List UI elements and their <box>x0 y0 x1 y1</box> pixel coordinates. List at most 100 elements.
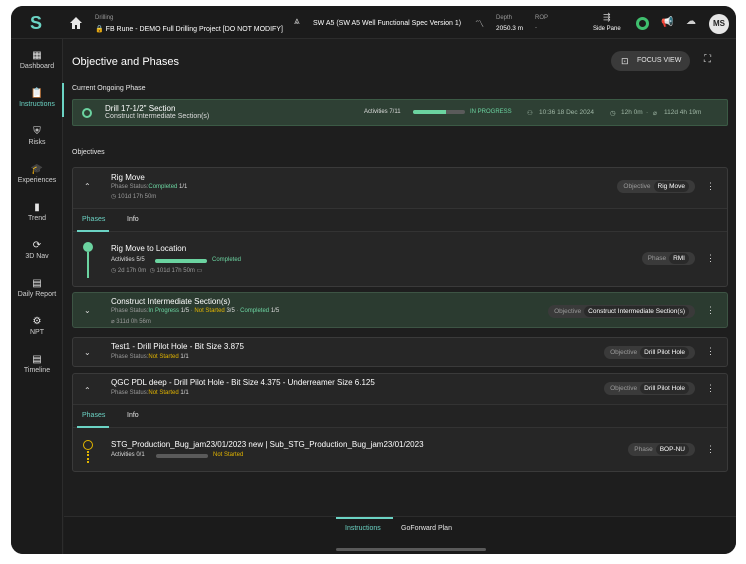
chevron-up-icon[interactable]: ⌃ <box>84 182 91 191</box>
objective-phase-status: Phase Status:Not Started 1/1 <box>111 354 189 360</box>
megaphone-icon[interactable]: 📢 <box>661 17 673 28</box>
status-inprogress-count: 1/5 <box>180 308 190 314</box>
status-completed-count: 1/1 <box>179 184 188 190</box>
well-selector[interactable]: SW A5 (SW A5 Well Functional Spec Versio… <box>313 20 461 27</box>
status-prefix: Phase Status: <box>111 390 149 396</box>
elapsed-time: 112d 4h 19m <box>664 109 702 116</box>
chevron-down-icon[interactable]: ⌄ <box>84 306 91 315</box>
status-notstarted-count: 1/1 <box>180 390 189 396</box>
objective-duration: ⌀ 311d 0h 56m <box>111 318 151 325</box>
tab-info[interactable]: Info <box>127 216 139 223</box>
objective-title[interactable]: Construct Intermediate Section(s) <box>111 297 230 306</box>
more-options-icon[interactable]: ⋮ <box>706 253 715 264</box>
badge-value: Drill Pilot Hole <box>640 347 689 358</box>
sidebar-item-label: Daily Report <box>17 291 57 298</box>
sidebar-item-label: 3D Nav <box>25 253 49 260</box>
avatar[interactable]: MS <box>709 14 729 34</box>
sidebar-item-label: Experiences <box>17 177 57 184</box>
sidebar-item-dashboard[interactable]: ▦ Dashboard <box>11 50 63 70</box>
sidebar-item-trend[interactable]: ▮ Trend <box>11 202 63 222</box>
home-indicator <box>336 548 486 551</box>
sidebar-item-label: Risks <box>28 139 46 146</box>
phase-connector <box>87 451 89 463</box>
status-notstarted: Not Started <box>148 390 179 396</box>
project-sub-label: Drilling <box>95 15 114 21</box>
connection-status-icon[interactable] <box>636 17 649 30</box>
phase-title[interactable]: STG_Production_Bug_jam23/01/2023 new | S… <box>111 440 424 449</box>
status-prefix: Phase Status: <box>111 308 149 314</box>
sidebar-item-npt[interactable]: ⚙ NPT <box>11 316 63 336</box>
clock-icon: ◷ <box>111 268 117 274</box>
status-notstarted-count: 3/5 <box>226 308 235 314</box>
status-completed: Completed <box>148 184 178 190</box>
sidebar-item-daily-report[interactable]: ▤ Daily Report <box>11 278 63 298</box>
phase-duration: 2d 17h 0m <box>117 268 147 274</box>
fullscreen-icon[interactable]: ⛶ <box>704 54 711 65</box>
tab-instructions[interactable]: Instructions <box>345 525 381 532</box>
current-phase-subtitle: Construct Intermediate Section(s) <box>105 113 210 120</box>
badge-value: BOP-NU <box>655 444 689 455</box>
more-options-icon[interactable]: ⋮ <box>706 383 715 394</box>
badge-key: Objective <box>554 308 582 315</box>
objective-title[interactable]: Test1 - Drill Pilot Hole - Bit Size 3.87… <box>111 342 244 351</box>
objective-card: ⌄ Construct Intermediate Section(s) Phas… <box>72 292 728 328</box>
side-pane-label[interactable]: Side Pane <box>593 26 621 32</box>
objective-title[interactable]: QGC PDL deep - Drill Pilot Hole - Bit Si… <box>111 378 375 387</box>
shield-icon: ⛨ <box>33 126 41 137</box>
sidebar-item-timeline[interactable]: ▤ Timeline <box>11 354 63 374</box>
phase-title[interactable]: Rig Move to Location <box>111 244 186 253</box>
objective-badge: Objective Drill Pilot Hole <box>604 346 695 359</box>
focus-view-label: FOCUS VIEW <box>637 57 682 64</box>
sidebar-item-experiences[interactable]: 🎓 Experiences <box>11 164 63 184</box>
elapsed-icon: ⌀ <box>111 319 115 325</box>
progress-fill <box>413 110 447 114</box>
badge-key: Objective <box>610 349 638 356</box>
rop-label: ROP <box>535 15 549 21</box>
sidebar-item-risks[interactable]: ⛨ Risks <box>11 126 63 146</box>
objective-badge: Objective Rig Move <box>617 180 695 193</box>
activities-count: Activities 7/11 <box>364 109 401 115</box>
timeline-icon: ▤ <box>32 354 42 365</box>
rotate-3d-icon: ⟳ <box>32 240 42 251</box>
sidebar-item-instructions[interactable]: 📋 Instructions <box>11 88 63 108</box>
objective-card: ⌄ Test1 - Drill Pilot Hole - Bit Size 3.… <box>72 337 728 367</box>
more-options-icon[interactable]: ⋮ <box>706 181 715 192</box>
more-options-icon[interactable]: ⋮ <box>706 346 715 357</box>
objective-badge: Objective Construct Intermediate Section(… <box>548 305 695 318</box>
status-notstarted-count: 1/1 <box>180 354 189 360</box>
sidebar-item-label: Dashboard <box>19 63 55 70</box>
progress-bar <box>413 110 465 114</box>
objective-phase-status: Phase Status:In Progress 1/5 · Not Start… <box>111 308 280 314</box>
tab-goforward-plan[interactable]: GoForward Plan <box>401 525 452 532</box>
more-options-icon[interactable]: ⋮ <box>706 305 715 316</box>
focus-view-button[interactable]: ⊡ FOCUS VIEW <box>611 51 690 71</box>
tab-underline <box>336 517 393 519</box>
more-options-icon[interactable]: ⋮ <box>706 444 715 455</box>
phase-activities-count: Activities 0/1 <box>111 452 145 458</box>
tab-info[interactable]: Info <box>127 412 139 419</box>
home-icon[interactable] <box>69 16 83 30</box>
objective-title[interactable]: Rig Move <box>111 173 145 182</box>
badge-value: Rig Move <box>653 181 689 192</box>
s-logo-icon[interactable]: S <box>25 13 47 33</box>
cloud-check-icon[interactable]: ☁ <box>686 16 696 27</box>
graduation-cap-icon: 🎓 <box>30 164 44 175</box>
badge-key: Phase <box>634 446 653 453</box>
tab-phases[interactable]: Phases <box>82 216 105 223</box>
tab-phases[interactable]: Phases <box>82 412 105 419</box>
lock-icon: 🔒 <box>95 26 104 33</box>
status-inprogress: In Progress <box>148 308 180 314</box>
phase-durations: ◷ 2d 17h 0m ◷ 101d 17h 50m ▭ <box>111 267 202 274</box>
current-phase-card[interactable]: Drill 17-1/2" Section Construct Intermed… <box>72 99 728 126</box>
planned-duration: 12h 0m <box>621 109 643 116</box>
phase-status-text: Completed <box>212 257 242 263</box>
chevron-up-icon[interactable]: ⌃ <box>84 386 91 395</box>
clock-icon: ◷ <box>111 194 117 200</box>
project-selector[interactable]: 🔒 FB Rune - DEMO Full Drilling Project [… <box>95 25 283 33</box>
chevron-down-icon[interactable]: ⌄ <box>84 348 91 357</box>
depth-label: Depth <box>496 15 513 21</box>
badge-key: Objective <box>610 385 638 392</box>
side-pane-icon[interactable]: ⇶ <box>603 12 611 23</box>
status-prefix: Phase Status: <box>111 354 149 360</box>
sidebar-item-3d-nav[interactable]: ⟳ 3D Nav <box>11 240 63 260</box>
